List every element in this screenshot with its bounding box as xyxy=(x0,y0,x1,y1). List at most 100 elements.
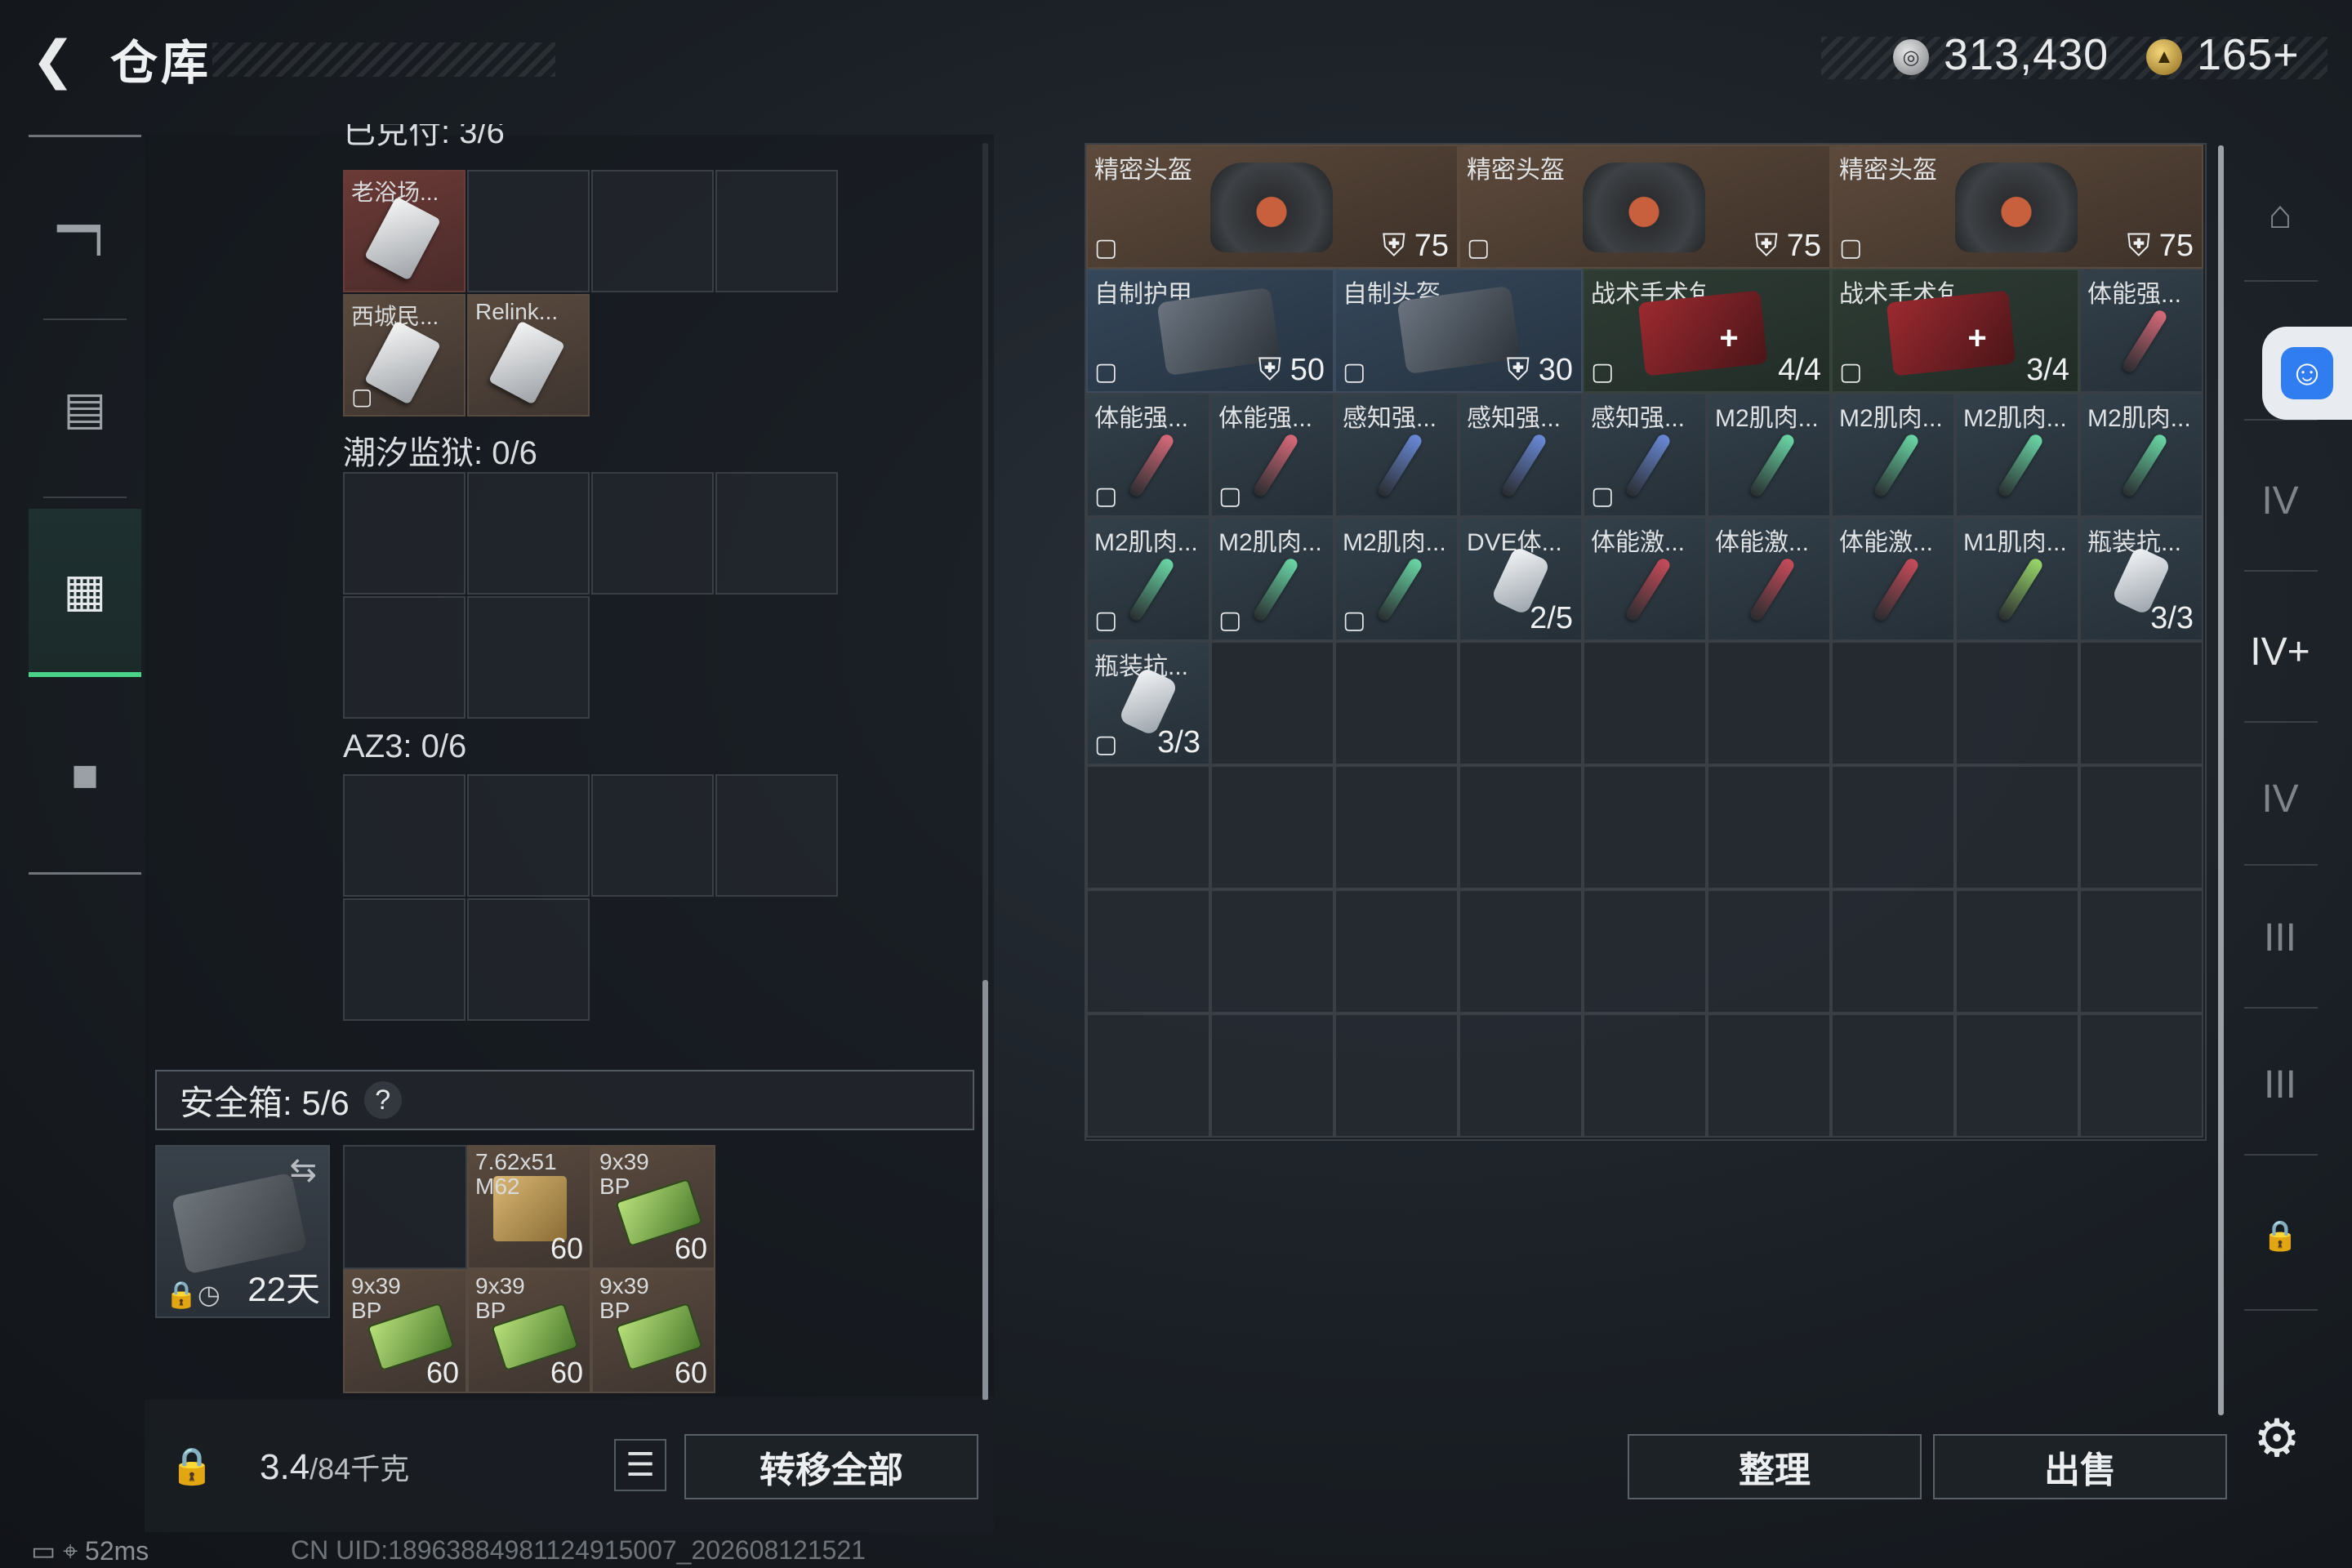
gear-icon[interactable]: ⚙ xyxy=(2247,1409,2306,1468)
empty-slot[interactable] xyxy=(1334,765,1459,889)
empty-slot[interactable] xyxy=(2079,889,2203,1013)
empty-slot[interactable] xyxy=(1459,641,1583,765)
syringe-item[interactable]: 感知强... xyxy=(1334,393,1459,517)
helmet-item[interactable]: 自制头盔... ▢ ⛨ 30 xyxy=(1334,269,1583,393)
syringe-item[interactable]: 体能激... xyxy=(1707,517,1831,641)
weight-lock-icon[interactable]: 🔒 xyxy=(163,1441,220,1490)
syringe-item[interactable]: M2肌肉... xyxy=(1831,393,1955,517)
accessibility-button[interactable]: ☺ xyxy=(2262,327,2352,420)
syringe-item[interactable]: 体能激... xyxy=(1583,517,1707,641)
empty-slot[interactable] xyxy=(1583,641,1707,765)
nav-storage-icon[interactable]: ▦ xyxy=(29,509,141,677)
stash-tab-iv-gun-icon[interactable]: IV xyxy=(2233,439,2328,562)
empty-slot[interactable] xyxy=(591,774,714,897)
stash-tab-iv-box-icon[interactable]: IV xyxy=(2233,737,2328,860)
empty-slot[interactable] xyxy=(1583,889,1707,1013)
empty-slot[interactable] xyxy=(1210,1013,1334,1138)
empty-slot[interactable] xyxy=(1831,889,1955,1013)
help-icon[interactable]: ? xyxy=(363,1081,402,1119)
empty-slot[interactable] xyxy=(467,898,590,1021)
empty-slot[interactable] xyxy=(1955,889,2079,1013)
empty-slot[interactable] xyxy=(591,472,714,595)
helmet-item[interactable]: 精密头盔 ▢ ⛨ 75 xyxy=(1831,145,2203,269)
empty-slot[interactable] xyxy=(343,774,466,897)
stash-tab-iii-gun-icon[interactable]: III xyxy=(2233,876,2328,999)
syringe-item[interactable]: M2肌肉... xyxy=(1955,393,2079,517)
stash-tab-iv-medkit-icon[interactable]: IV+ xyxy=(2233,590,2328,713)
card-item[interactable]: Relink... xyxy=(467,294,590,416)
vest-item[interactable]: 自制护甲... ▢ ⛨ 50 xyxy=(1086,269,1334,393)
empty-slot[interactable] xyxy=(591,170,714,292)
empty-slot[interactable] xyxy=(343,596,466,719)
helmet-item[interactable]: 精密头盔 ▢ ⛨ 75 xyxy=(1459,145,1831,269)
empty-slot[interactable] xyxy=(715,170,838,292)
helmet-item[interactable]: 精密头盔 ▢ ⛨ 75 xyxy=(1086,145,1459,269)
swap-icon[interactable]: ⇆ xyxy=(289,1152,317,1189)
card-item[interactable]: 西城民... ▢ xyxy=(343,294,466,416)
empty-slot[interactable] xyxy=(715,774,838,897)
syringe-item[interactable]: 感知强... xyxy=(1459,393,1583,517)
empty-slot[interactable] xyxy=(467,472,590,595)
sell-button[interactable]: 出售 xyxy=(1933,1434,2227,1499)
stash-tab-icon[interactable]: ⌂ xyxy=(2233,154,2328,276)
nav-backpack-icon[interactable]: ▤ xyxy=(29,327,141,490)
back-arrow-icon[interactable]: ❮ xyxy=(24,29,82,90)
empty-slot[interactable] xyxy=(1955,641,2079,765)
empty-slot[interactable] xyxy=(1086,765,1210,889)
card-item[interactable]: 老浴场... xyxy=(343,170,466,292)
empty-slot[interactable] xyxy=(1334,889,1459,1013)
empty-slot[interactable] xyxy=(1210,889,1334,1013)
empty-slot[interactable] xyxy=(1334,641,1459,765)
left-scrollbar-thumb[interactable] xyxy=(982,980,988,1401)
empty-slot[interactable] xyxy=(1210,641,1334,765)
syringe-item[interactable]: M2肌肉... ▢ xyxy=(1334,517,1459,641)
empty-slot[interactable] xyxy=(715,472,838,595)
syringe-item[interactable]: 体能强... ▢ xyxy=(1210,393,1334,517)
sort-button[interactable]: 整理 xyxy=(1628,1434,1922,1499)
ammo-item[interactable]: 7.62x51 M62 60 xyxy=(467,1145,591,1269)
syringe-item[interactable]: 体能强... ▢ xyxy=(1086,393,1210,517)
empty-slot[interactable] xyxy=(1459,765,1583,889)
ammo-item[interactable]: 9x39 BP 60 xyxy=(467,1269,591,1393)
syringe-item[interactable]: M2肌肉... ▢ xyxy=(1210,517,1334,641)
syringe-item[interactable]: M2肌肉... ▢ xyxy=(1086,517,1210,641)
empty-slot[interactable] xyxy=(1831,765,1955,889)
ammo-item[interactable]: 9x39 BP 60 xyxy=(343,1269,467,1393)
empty-slot[interactable] xyxy=(467,596,590,719)
empty-slot[interactable] xyxy=(1831,1013,1955,1138)
bottle-item[interactable]: DVE体... 2/5 xyxy=(1459,517,1583,641)
empty-slot[interactable] xyxy=(1210,765,1334,889)
empty-slot[interactable] xyxy=(1955,1013,2079,1138)
empty-slot[interactable] xyxy=(2079,765,2203,889)
medkit-item[interactable]: 战术手术包 + ▢ 3/4 xyxy=(1831,269,2079,393)
gold-amount[interactable]: 165+ xyxy=(2197,29,2300,80)
empty-slot[interactable] xyxy=(1707,641,1831,765)
empty-slot[interactable] xyxy=(343,898,466,1021)
empty-slot[interactable] xyxy=(467,774,590,897)
syringe-item[interactable]: M1肌肉... xyxy=(1955,517,2079,641)
empty-slot[interactable] xyxy=(1459,1013,1583,1138)
empty-slot[interactable] xyxy=(2079,641,2203,765)
empty-slot[interactable] xyxy=(467,170,590,292)
empty-slot[interactable] xyxy=(1583,765,1707,889)
lock-icon[interactable]: 🔒 xyxy=(2233,1174,2328,1297)
bottle-item[interactable]: 瓶装抗... ▢ 3/3 xyxy=(1086,641,1210,765)
empty-slot[interactable] xyxy=(1707,889,1831,1013)
ammo-item[interactable]: 9x39 BP 60 xyxy=(591,1269,715,1393)
transfer-all-button[interactable]: 转移全部 xyxy=(684,1434,978,1499)
syringe-item[interactable]: M2肌肉... xyxy=(1707,393,1831,517)
nav-case-icon[interactable]: ■ xyxy=(29,693,141,856)
empty-slot[interactable] xyxy=(1086,889,1210,1013)
safe-box-icon[interactable]: ⇆ 🔒◷ 22天 xyxy=(155,1145,330,1318)
empty-slot[interactable] xyxy=(343,1145,467,1269)
empty-slot[interactable] xyxy=(1831,641,1955,765)
empty-slot[interactable] xyxy=(1459,889,1583,1013)
syringe-item[interactable]: M2肌肉... xyxy=(2079,393,2203,517)
syringe-item[interactable]: 感知强... ▢ xyxy=(1583,393,1707,517)
empty-slot[interactable] xyxy=(1334,1013,1459,1138)
syringe-item[interactable]: 体能强... xyxy=(2079,269,2203,393)
empty-slot[interactable] xyxy=(1583,1013,1707,1138)
list-view-icon[interactable]: ☰ xyxy=(614,1439,666,1491)
empty-slot[interactable] xyxy=(1707,765,1831,889)
empty-slot[interactable] xyxy=(2079,1013,2203,1138)
